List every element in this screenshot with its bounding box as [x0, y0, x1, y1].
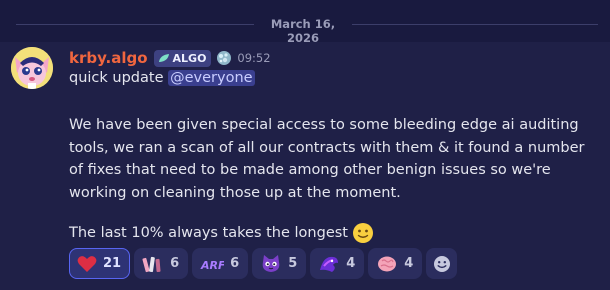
svg-text:ARF: ARF [200, 259, 224, 272]
message-paragraph: We have been given special access to som… [69, 117, 585, 201]
reaction-custom-sticker[interactable]: 6 [134, 248, 189, 279]
avatar[interactable] [11, 47, 53, 89]
divider-line-left [16, 24, 254, 25]
pink-brain-icon [378, 256, 397, 271]
server-tag[interactable]: ALGO [153, 49, 212, 67]
reaction-heart[interactable]: 21 [69, 248, 131, 279]
reaction-count: 6 [230, 256, 240, 271]
mention-everyone[interactable]: @everyone [168, 70, 255, 86]
leaf-icon [158, 54, 169, 62]
message-text: quick update [69, 70, 169, 86]
add-reaction-smiley-icon [433, 255, 450, 272]
reaction-cat-face[interactable]: 5 [252, 248, 307, 279]
purple-cat-face-icon [262, 254, 280, 272]
heart-icon [77, 255, 97, 272]
date-label: March 16, 2026 [270, 17, 336, 45]
message-last-line: The last 10% always takes the longest [69, 222, 374, 244]
reaction-count: 4 [404, 256, 414, 271]
role-badge-icon[interactable] [216, 50, 232, 66]
message-header: krby.algo ALGO 09:52 [69, 48, 271, 68]
server-tag-label: ALGO [172, 51, 207, 65]
divider-line-right [352, 24, 598, 25]
purple-creature-icon [320, 256, 339, 272]
chat-message[interactable]: krby.algo ALGO 09:52 quick update @every… [0, 42, 610, 290]
reaction-count: 4 [346, 256, 356, 271]
reaction-count: 21 [103, 256, 122, 271]
reactions-bar: 21 6 ARF 6 5 4 4 [69, 248, 458, 279]
message-last-text: The last 10% always takes the longest [69, 225, 348, 241]
message-line-1: quick update @everyone [69, 70, 255, 86]
username[interactable]: krby.algo [69, 49, 148, 67]
reaction-purple-creature[interactable]: 4 [310, 248, 365, 279]
reaction-pink-brain[interactable]: 4 [368, 248, 423, 279]
custom-sticker-icon [142, 256, 161, 272]
arf-icon: ARF [200, 259, 224, 272]
add-reaction-button[interactable] [426, 248, 458, 279]
reaction-count: 6 [170, 256, 180, 271]
reaction-arf[interactable]: ARF 6 [192, 248, 249, 279]
slightly-smiling-face-icon [352, 223, 373, 243]
reaction-count: 5 [288, 256, 298, 271]
date-divider: March 16, 2026 [0, 14, 610, 45]
timestamp[interactable]: 09:52 [237, 51, 270, 65]
